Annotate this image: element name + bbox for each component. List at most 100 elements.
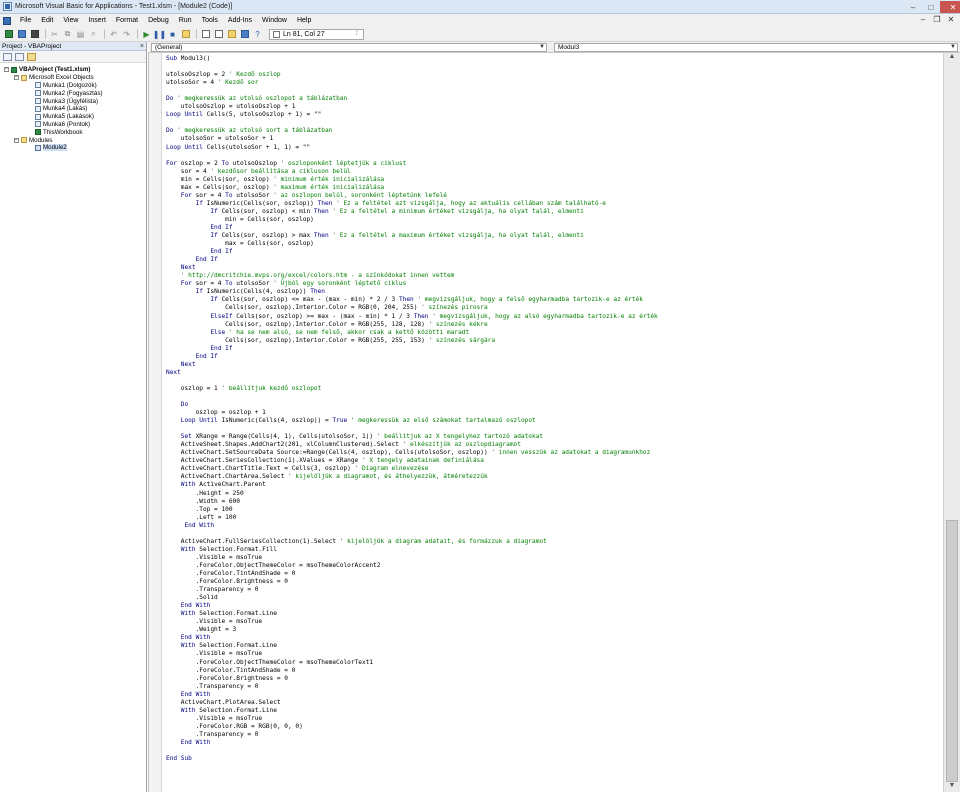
- code-line[interactable]: ActiveChart.PlotArea.Select: [166, 699, 941, 707]
- design-mode-icon[interactable]: [180, 29, 191, 40]
- tree-item[interactable]: Munka4 (Lakás): [0, 105, 146, 113]
- code-line[interactable]: max = Cells(sor, oszlop): [166, 240, 941, 248]
- code-line[interactable]: oszlop = 1 ' beállítjuk kezdő oszlopot: [166, 385, 941, 393]
- code-line[interactable]: With Selection.Format.Line: [166, 642, 941, 650]
- tree-toggle-icon[interactable]: −: [14, 75, 19, 81]
- document-minimize-button[interactable]: –: [916, 15, 930, 24]
- menu-tools[interactable]: Tools: [197, 17, 223, 24]
- code-line[interactable]: .Transparency = 0: [166, 731, 941, 739]
- minimize-button[interactable]: –: [904, 1, 922, 13]
- code-line[interactable]: oszlop = oszlop + 1: [166, 409, 941, 417]
- toolbar-overflow-icon[interactable]: ⁞: [356, 31, 362, 39]
- chevron-down-icon[interactable]: ▼: [950, 44, 956, 50]
- code-line[interactable]: [166, 393, 941, 401]
- code-line[interactable]: Sub Modul3(): [166, 55, 941, 63]
- tree-item[interactable]: Munka6 (Pontok): [0, 121, 146, 129]
- tree-toggle-icon[interactable]: −: [4, 67, 9, 73]
- close-project-explorer-icon[interactable]: ×: [140, 43, 144, 50]
- menu-insert[interactable]: Insert: [83, 17, 111, 24]
- menu-format[interactable]: Format: [111, 17, 143, 24]
- code-line[interactable]: End If: [166, 224, 941, 232]
- cut-icon[interactable]: ✂: [49, 29, 60, 40]
- code-line[interactable]: Else ' ha se nem alsó, se nem felső, akk…: [166, 329, 941, 337]
- menu-edit[interactable]: Edit: [36, 17, 58, 24]
- menu-help[interactable]: Help: [292, 17, 316, 24]
- properties-window-icon[interactable]: [213, 29, 224, 40]
- code-line[interactable]: .Top = 100: [166, 506, 941, 514]
- redo-icon[interactable]: ↷: [121, 29, 132, 40]
- code-line[interactable]: [166, 747, 941, 755]
- paste-icon[interactable]: ▤: [75, 29, 86, 40]
- code-line[interactable]: Cells(sor, oszlop).Interior.Color = RGB(…: [166, 337, 941, 345]
- view-excel-icon[interactable]: [3, 29, 14, 40]
- tree-item[interactable]: Munka5 (Lakások): [0, 113, 146, 121]
- code-line[interactable]: End With: [166, 739, 941, 747]
- find-icon[interactable]: ⌕: [88, 29, 99, 40]
- code-line[interactable]: With ActiveChart.Parent: [166, 481, 941, 489]
- run-icon[interactable]: ▶: [141, 29, 152, 40]
- code-line[interactable]: .Width = 600: [166, 498, 941, 506]
- code-line[interactable]: Do: [166, 401, 941, 409]
- code-line[interactable]: .ForeColor.Brightness = 0: [166, 578, 941, 586]
- code-line[interactable]: With Selection.Format.Fill: [166, 546, 941, 554]
- code-line[interactable]: utolsoSor = 4 ' Kezdő sor: [166, 79, 941, 87]
- scroll-up-icon[interactable]: ▲: [944, 53, 960, 63]
- code-line[interactable]: Cells(sor, oszlop).Interior.Color = RGB(…: [166, 321, 941, 329]
- code-line[interactable]: .Height = 250: [166, 490, 941, 498]
- scrollbar-thumb[interactable]: [946, 520, 958, 782]
- undo-icon[interactable]: ↶: [108, 29, 119, 40]
- code-line[interactable]: ActiveChart.ChartArea.Select ' kijelöljü…: [166, 473, 941, 481]
- code-line[interactable]: Loop Until Cells(5, utolsoOszlop + 1) = …: [166, 111, 941, 119]
- menu-view[interactable]: View: [58, 17, 83, 24]
- code-line[interactable]: Next: [166, 361, 941, 369]
- document-close-button[interactable]: ✕: [944, 15, 958, 24]
- tree-item[interactable]: Munka1 (Dolgozók): [0, 82, 146, 90]
- code-line[interactable]: .Solid: [166, 594, 941, 602]
- help-icon[interactable]: ?: [252, 29, 263, 40]
- code-line[interactable]: End Sub: [166, 755, 941, 763]
- copy-icon[interactable]: ⧉: [62, 29, 73, 40]
- view-code-icon[interactable]: [3, 52, 12, 61]
- menu-file[interactable]: File: [15, 17, 36, 24]
- code-line[interactable]: For sor = 4 To utolsoSor ' az oszlopon b…: [166, 192, 941, 200]
- code-line[interactable]: .Transparency = 0: [166, 683, 941, 691]
- code-line[interactable]: .ForeColor.RGB = RGB(0, 0, 0): [166, 723, 941, 731]
- object-dropdown[interactable]: (General) ▼: [151, 43, 547, 52]
- code-line[interactable]: End With: [166, 634, 941, 642]
- code-line[interactable]: [166, 425, 941, 433]
- code-line[interactable]: With Selection.Format.Line: [166, 707, 941, 715]
- code-line[interactable]: End If: [166, 353, 941, 361]
- code-line[interactable]: ActiveSheet.Shapes.AddChart2(201, xlColu…: [166, 441, 941, 449]
- document-restore-button[interactable]: ❐: [930, 15, 944, 24]
- code-line[interactable]: utolsoOszlop = utolsoOszlop + 1: [166, 103, 941, 111]
- breakpoint-margin[interactable]: [149, 53, 162, 792]
- menu-add-ins[interactable]: Add-Ins: [223, 17, 257, 24]
- code-line[interactable]: Loop Until Cells(utolsoSor + 1, 1) = "": [166, 144, 941, 152]
- code-line[interactable]: Do ' megkeressük az utolsó oszlopot a tá…: [166, 95, 941, 103]
- code-line[interactable]: ElseIf Cells(sor, oszlop) >= max - (max …: [166, 313, 941, 321]
- code-line[interactable]: For sor = 4 To utolsoSor ' Újból egy sor…: [166, 280, 941, 288]
- tree-toggle-icon[interactable]: −: [14, 137, 19, 143]
- object-browser-icon[interactable]: [226, 29, 237, 40]
- save-icon[interactable]: [29, 29, 40, 40]
- tree-item[interactable]: Module2: [0, 144, 146, 152]
- code-line[interactable]: min = Cells(sor, oszlop): [166, 216, 941, 224]
- view-object-icon[interactable]: [15, 52, 24, 61]
- code-line[interactable]: ActiveChart.FullSeriesCollection(1).Sele…: [166, 538, 941, 546]
- code-line[interactable]: .Visible = msoTrue: [166, 554, 941, 562]
- menu-run[interactable]: Run: [174, 17, 197, 24]
- code-line[interactable]: End With: [166, 691, 941, 699]
- code-line[interactable]: For oszlop = 2 To utolsoOszlop ' oszlopo…: [166, 160, 941, 168]
- tree-item[interactable]: Munka2 (Fogyasztás): [0, 89, 146, 97]
- code-line[interactable]: [166, 152, 941, 160]
- code-line[interactable]: .Left = 100: [166, 514, 941, 522]
- maximize-button[interactable]: □: [922, 1, 940, 13]
- code-line[interactable]: .Weight = 3: [166, 626, 941, 634]
- code-line[interactable]: .ForeColor.ObjectThemeColor = msoThemeCo…: [166, 659, 941, 667]
- code-line[interactable]: Cells(sor, oszlop).Interior.Color = RGB(…: [166, 304, 941, 312]
- menu-debug[interactable]: Debug: [143, 17, 174, 24]
- toggle-folders-icon[interactable]: [27, 52, 36, 61]
- code-line[interactable]: With Selection.Format.Line: [166, 610, 941, 618]
- tree-item[interactable]: − VBAProject (Test1.xlsm): [0, 66, 146, 74]
- document-icon[interactable]: [3, 16, 11, 25]
